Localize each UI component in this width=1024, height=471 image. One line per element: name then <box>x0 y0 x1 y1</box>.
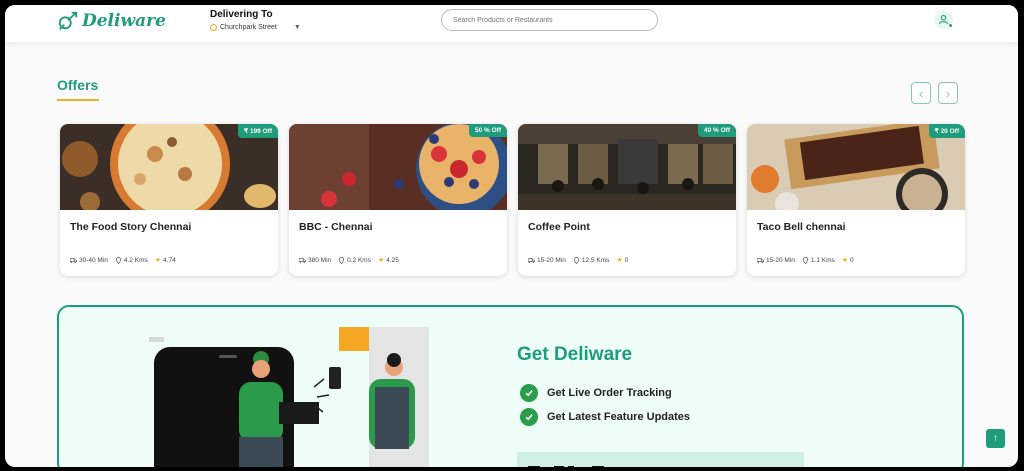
restaurant-meta: 30-40 Min 4.2 Kms ★ 4.74 <box>70 256 183 264</box>
carousel-next-button[interactable]: › <box>938 82 958 104</box>
truck-icon <box>299 257 306 263</box>
distance: 4.2 Kms <box>115 257 148 264</box>
discount-badge: ₹ 199 Off <box>238 124 278 138</box>
distance: 1.1 Kms <box>802 257 835 264</box>
top-header: Deliware Delivering To Churchpark Street… <box>5 5 1018 42</box>
offers-underline <box>57 99 99 101</box>
promo-title: Get Deliware <box>517 344 633 365</box>
map-pin-icon <box>802 256 808 264</box>
discount-badge: 50 % Off <box>468 124 507 137</box>
truck-icon <box>70 257 77 263</box>
scroll-to-top-button[interactable]: ↑ <box>986 429 1005 448</box>
restaurant-card[interactable]: ₹ 199 Off The Food Story Chennai 30-40 M… <box>60 124 278 276</box>
restaurant-name: BBC - Chennai <box>299 221 373 233</box>
arrow-up-icon: ↑ <box>993 433 998 444</box>
online-status-dot <box>948 23 953 28</box>
rating: ★ 0 <box>616 256 629 265</box>
map-pin-icon <box>339 256 345 264</box>
distance: 12.5 Kms <box>573 257 609 264</box>
star-icon: ★ <box>616 257 623 264</box>
restaurant-meta: 15-20 Min 12.5 Kms ★ 0 <box>528 256 635 264</box>
delivering-to-label: Delivering To <box>210 9 273 20</box>
brand-logo[interactable]: Deliware <box>57 10 166 32</box>
rating: ★ 4.74 <box>154 256 176 265</box>
distance: 0.2 Kms <box>338 257 371 264</box>
app-window: Deliware Delivering To Churchpark Street… <box>5 5 1018 467</box>
restaurant-name: Taco Bell chennai <box>757 221 846 233</box>
truck-icon <box>757 257 764 263</box>
qr-code-panel[interactable] <box>517 452 804 467</box>
brand-name: Deliware <box>82 11 166 31</box>
carousel-prev-button[interactable]: ‹ <box>911 82 931 104</box>
restaurant-meta: 15-20 Min 1.1 Kms ★ 0 <box>757 256 861 264</box>
user-profile-button[interactable] <box>934 10 953 29</box>
rating: ★ 0 <box>841 256 854 265</box>
star-icon: ★ <box>154 257 162 264</box>
truck-icon <box>528 257 535 263</box>
delivery-location[interactable]: Delivering To Churchpark Street ▼ <box>210 9 301 31</box>
restaurant-meta: 380 Min 0.2 Kms ★ 4.25 <box>299 256 406 264</box>
map-pin-icon <box>573 256 579 264</box>
feature-item: Get Latest Feature Updates <box>520 408 690 426</box>
restaurant-name: Coffee Point <box>528 221 590 233</box>
chevron-left-icon: ‹ <box>918 85 924 101</box>
search-input[interactable] <box>441 9 658 31</box>
check-circle-icon <box>520 384 538 402</box>
app-download-banner: Get Deliware Get Live Order Tracking Get… <box>57 305 964 467</box>
location-selector[interactable]: Churchpark Street ▼ <box>210 24 301 31</box>
restaurant-card[interactable]: 50 % Off BBC - Chennai 380 Min 0.2 Kms ★… <box>289 124 507 276</box>
location-name: Churchpark Street <box>220 24 277 31</box>
star-icon: ★ <box>377 257 385 264</box>
chevron-down-icon[interactable]: ▼ <box>294 24 301 31</box>
location-pin-icon <box>210 24 217 31</box>
star-icon: ★ <box>841 257 849 264</box>
feature-item: Get Live Order Tracking <box>520 384 672 402</box>
discount-badge: ₹ 20 Off <box>928 124 965 138</box>
logo-mark-icon <box>58 11 78 30</box>
restaurant-name: The Food Story Chennai <box>70 221 192 233</box>
delivery-time: 15-20 Min <box>528 257 566 264</box>
discount-badge: 40 % Off <box>697 124 736 137</box>
rating: ★ 4.25 <box>377 256 399 265</box>
chevron-right-icon: › <box>945 85 951 101</box>
delivery-illustration <box>149 327 429 467</box>
check-circle-icon <box>520 408 538 426</box>
delivery-time: 380 Min <box>299 257 331 264</box>
map-pin-icon <box>115 256 121 264</box>
delivery-time: 15-20 Min <box>757 257 795 264</box>
restaurant-card[interactable]: ₹ 20 Off Taco Bell chennai 15-20 Min 1.1… <box>747 124 965 276</box>
offers-title: Offers <box>57 77 99 93</box>
qr-code-icon <box>528 466 604 467</box>
delivery-time: 30-40 Min <box>70 257 108 264</box>
restaurant-card[interactable]: 40 % Off Coffee Point 15-20 Min 12.5 Kms… <box>518 124 736 276</box>
